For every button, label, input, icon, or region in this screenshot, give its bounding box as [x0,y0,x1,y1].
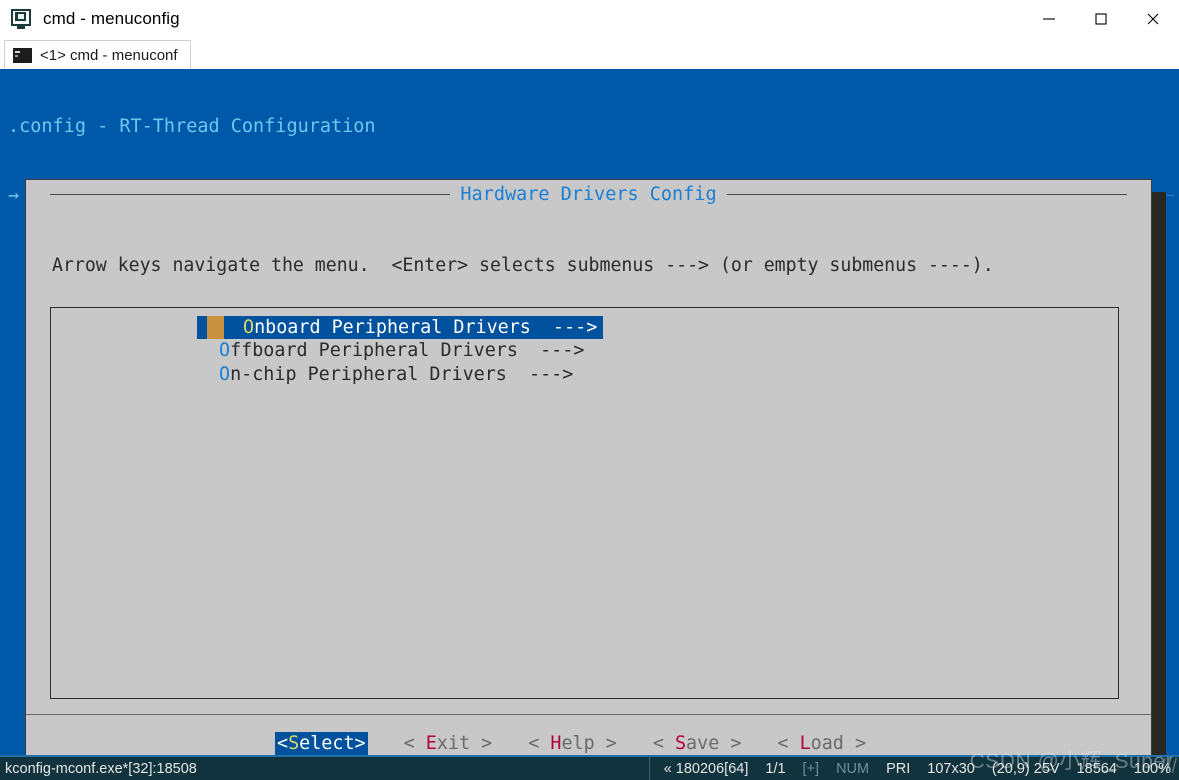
status-right-group: « 180206[64] 1/1 [+] NUM PRI 107x30 (20,… [664,761,1171,777]
menu-item-1[interactable]: Offboard Peripheral Drivers ---> [51,339,1118,362]
tab-cmd-menuconf[interactable]: <1> cmd - menuconf [4,40,191,69]
dialog-title-rule-left [50,194,451,195]
button-label: elect> [299,733,366,754]
status-process: kconfig-mconf.exe*[32]:18508 [5,760,197,777]
button-prefix: < [777,733,800,754]
status-pri: PRI [886,760,911,777]
scroll-marker [207,316,224,340]
window-title: cmd - menuconfig [43,9,180,28]
menu-item-hotkey: O [243,317,255,339]
selection-pad-mid [224,316,243,340]
button-prefix: < [277,733,289,754]
status-pages: 1/1 [765,760,786,777]
button-prefix: < [528,733,551,754]
button-label: ave > [686,733,742,754]
menuconfig-dialog: Hardware Drivers Config Arrow keys navig… [25,179,1152,770]
close-button[interactable] [1127,0,1179,38]
help-line-1: Arrow keys navigate the menu. <Enter> se… [52,255,994,277]
dialog-separator [26,714,1151,715]
button-label: oad > [810,733,867,754]
dialog-button-ave[interactable]: < Save > [653,732,742,755]
button-hotkey: S [674,733,687,754]
menu-item-hotkey: O [219,340,231,362]
minimize-button[interactable] [1023,0,1075,38]
button-prefix: < [652,733,675,754]
config-title: .config - RT-Thread Configuration [8,116,376,137]
window-controls [1023,0,1179,38]
menu-item-0[interactable]: Onboard Peripheral Drivers ---> [51,316,1118,340]
dialog-title-rule-right [726,194,1127,195]
dialog-button-xit[interactable]: < Exit > [404,732,493,755]
menu-item-label: nboard Peripheral Drivers ---> [254,317,598,339]
selection-pad-left [197,316,207,340]
maximize-button[interactable] [1075,0,1127,38]
window-titlebar: cmd - menuconfig [0,0,1179,38]
app-window: cmd - menuconfig <1> cmd - menuconf Sear… [0,0,1179,780]
button-label: xit > [436,733,493,754]
menu-item-hotkey: O [219,363,231,385]
status-buffer: 18564 [1076,760,1117,777]
button-prefix: < [403,733,426,754]
menu-list: Onboard Peripheral Drivers ---> Offboard … [50,307,1119,699]
status-zoom: 100% [1133,760,1171,777]
status-cursor: (20,9) 25V [991,760,1060,777]
status-bar: kconfig-mconf.exe*[32]:18508 « 180206[64… [0,755,1179,780]
tab-label: <1> cmd - menuconf [40,46,178,64]
menu-item-label: n-chip Peripheral Drivers ---> [230,363,574,385]
button-hotkey: E [425,733,437,754]
button-hotkey: S [288,733,300,754]
dialog-button-elp[interactable]: < Help > [528,732,617,755]
button-label: elp > [561,733,617,754]
status-size: 107x30 [927,760,975,777]
console-tab-icon [13,47,32,63]
dialog-title-row: Hardware Drivers Config [26,184,1151,205]
menu-item-label: ffboard Peripheral Drivers ---> [230,340,585,362]
dialog-button-elect[interactable]: <Select> [275,732,368,755]
status-num: NUM [836,760,870,777]
status-plus: [+] [802,760,820,777]
dialog-button-oad[interactable]: < Load > [777,732,866,755]
button-hotkey: L [799,733,811,754]
menu-item-selection: Onboard Peripheral Drivers ---> [197,316,604,340]
console-window-icon [11,9,31,29]
button-hotkey: H [550,733,562,754]
dialog-button-bar: <Select> < Exit > < Help > < Save > < Load > [26,732,1151,755]
status-divider [649,757,650,780]
status-codepage: « 180206[64] [663,760,749,777]
menu-item-2[interactable]: On-chip Peripheral Drivers ---> [51,363,1118,386]
dialog-title: Hardware Drivers Config [460,184,717,205]
terminal-area: .config - RT-Thread Configuration → Hard… [0,69,1179,780]
tab-bar: <1> cmd - menuconf 1 [0,38,1179,103]
